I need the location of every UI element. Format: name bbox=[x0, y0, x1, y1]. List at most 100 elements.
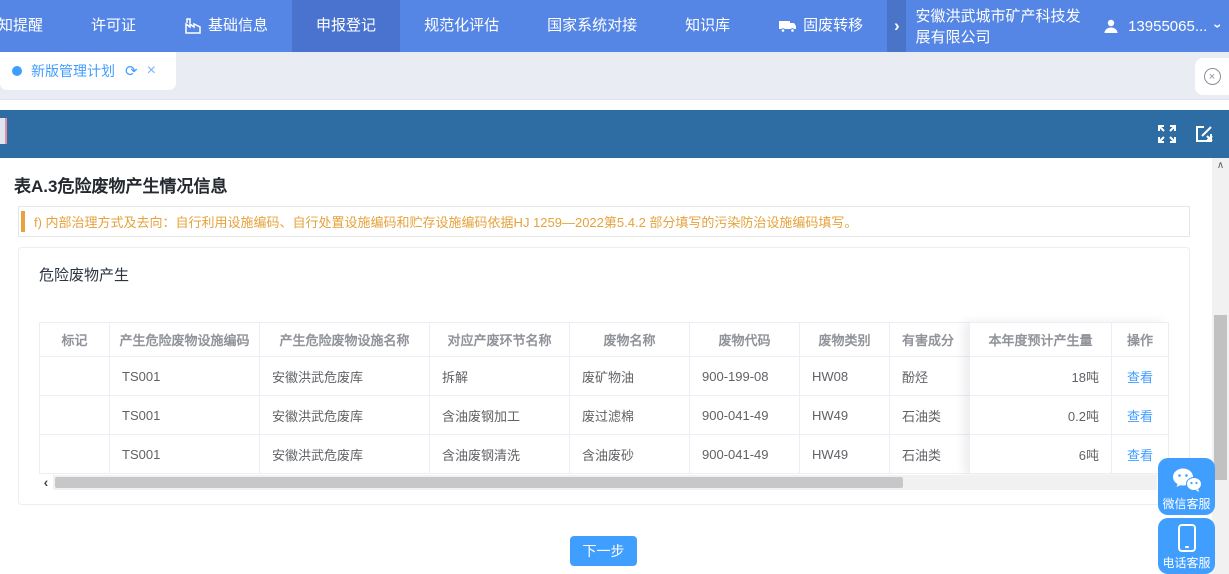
nav-item-notice[interactable]: 知提醒 bbox=[0, 0, 67, 52]
vertical-scrollbar[interactable]: ∧ bbox=[1212, 158, 1229, 574]
chevron-right-icon: › bbox=[894, 16, 900, 36]
nav-item-label: 申报登记 bbox=[316, 0, 376, 52]
horizontal-scrollbar-track[interactable] bbox=[53, 475, 1157, 490]
vertical-scrollbar-thumb[interactable] bbox=[1214, 315, 1227, 480]
horizontal-scrollbar-thumb[interactable] bbox=[55, 477, 903, 488]
view-link-cell: 查看 bbox=[1112, 357, 1169, 396]
nav-item-license[interactable]: 许可证 bbox=[67, 0, 160, 52]
cell-waste: 废过滤棉 bbox=[570, 396, 690, 435]
truck-icon bbox=[778, 19, 797, 33]
nav-right-group: › 安徽洪武城市矿产科技发展有限公司 13955065... › bbox=[887, 0, 1229, 52]
col-header-amount: 本年度预计产生量 bbox=[970, 323, 1112, 357]
cell-wcode: 900-041-49 bbox=[690, 435, 800, 474]
hazardous-waste-panel: 危险废物产生 标记 产生危险废物设施编码 产生危险废物设施名称 对应产废环节名称 bbox=[18, 247, 1190, 505]
refresh-icon[interactable]: ⟳ bbox=[125, 62, 138, 80]
view-link[interactable]: 查看 bbox=[1127, 409, 1153, 424]
clipped-element bbox=[0, 118, 7, 144]
view-link[interactable]: 查看 bbox=[1127, 370, 1153, 385]
wechat-icon bbox=[1171, 467, 1203, 497]
cell-mark bbox=[40, 396, 110, 435]
user-icon bbox=[1103, 18, 1119, 34]
col-header-waste-category: 废物类别 bbox=[800, 323, 890, 357]
cell-mark bbox=[40, 435, 110, 474]
tab-bar: 新版管理计划 ⟳ × × bbox=[0, 52, 1229, 100]
col-header-process: 对应产废环节名称 bbox=[430, 323, 570, 357]
table-row-fixed: 0.2吨查看 bbox=[970, 396, 1169, 435]
nav-item-label: 国家系统对接 bbox=[547, 0, 637, 52]
cell-wclass: HW08 bbox=[800, 357, 890, 396]
note-text: f) 内部治理方式及去向：自行利用设施编码、自行处置设施编码和贮存设施编码依据H… bbox=[34, 212, 857, 231]
cell-wclass: HW49 bbox=[800, 435, 890, 474]
view-link[interactable]: 查看 bbox=[1127, 448, 1153, 463]
user-phone[interactable]: 13955065... bbox=[1128, 18, 1207, 35]
col-header-waste-code: 废物代码 bbox=[690, 323, 800, 357]
col-header-waste-name: 废物名称 bbox=[570, 323, 690, 357]
cell-wcode: 900-041-49 bbox=[690, 396, 800, 435]
nav-item-label: 知提醒 bbox=[0, 0, 43, 52]
nav-expand-chevron[interactable]: › bbox=[887, 0, 906, 52]
section-title: 危险废物产生 bbox=[39, 264, 129, 285]
cell-amount: 6吨 bbox=[970, 435, 1112, 474]
page-title: 表A.3危险废物产生情况信息 bbox=[14, 172, 227, 197]
cell-amount: 18吨 bbox=[970, 357, 1112, 396]
caret-down-icon[interactable]: › bbox=[1211, 24, 1227, 29]
cell-name: 安徽洪武危废库 bbox=[260, 396, 430, 435]
phone-service-label: 电话客服 bbox=[1162, 556, 1210, 570]
col-header-action: 操作 bbox=[1112, 323, 1169, 357]
tab-management-plan[interactable]: 新版管理计划 ⟳ × bbox=[0, 52, 176, 90]
wechat-service-button[interactable]: 微信客服 bbox=[1158, 458, 1215, 515]
table-row-fixed: 18吨查看 bbox=[970, 357, 1169, 396]
app-window: 知提醒 许可证 基础信息 申报登记 规范化评估 国家系统对接 知识库 固废转移 bbox=[0, 0, 1229, 574]
cell-waste: 废矿物油 bbox=[570, 357, 690, 396]
factory-icon bbox=[184, 18, 202, 34]
close-all-icon: × bbox=[1204, 68, 1221, 85]
table-fixed-right-columns: 本年度预计产生量 操作 18吨查看0.2吨查看6吨查看 bbox=[969, 322, 1168, 474]
nav-item-national-system[interactable]: 国家系统对接 bbox=[523, 0, 661, 52]
note-accent-bar bbox=[21, 211, 25, 232]
nav-item-declare[interactable]: 申报登记 bbox=[292, 0, 400, 52]
cell-amount: 0.2吨 bbox=[970, 396, 1112, 435]
tab-active-dot bbox=[12, 66, 22, 76]
col-header-facility-code: 产生危险废物设施编码 bbox=[110, 323, 260, 357]
cell-code: TS001 bbox=[110, 435, 260, 474]
close-icon[interactable]: × bbox=[147, 62, 156, 80]
company-name[interactable]: 安徽洪武城市矿产科技发展有限公司 bbox=[915, 5, 1094, 47]
top-nav: 知提醒 许可证 基础信息 申报登记 规范化评估 国家系统对接 知识库 固废转移 bbox=[0, 0, 1229, 52]
view-link-cell: 查看 bbox=[1112, 396, 1169, 435]
scroll-up-arrow[interactable]: ∧ bbox=[1212, 160, 1229, 171]
table-header-row: 本年度预计产生量 操作 bbox=[970, 323, 1169, 357]
nav-item-label: 基础信息 bbox=[208, 0, 268, 52]
cell-code: TS001 bbox=[110, 396, 260, 435]
close-all-tabs-button[interactable]: × bbox=[1195, 58, 1229, 95]
scroll-left-arrow[interactable]: ‹ bbox=[39, 475, 53, 490]
cell-mark bbox=[40, 357, 110, 396]
nav-item-waste-transfer[interactable]: 固废转移 bbox=[754, 0, 887, 52]
cell-step: 含油废钢加工 bbox=[430, 396, 570, 435]
col-header-facility-name: 产生危险废物设施名称 bbox=[260, 323, 430, 357]
cell-wclass: HW49 bbox=[800, 396, 890, 435]
cell-wcode: 900-199-08 bbox=[690, 357, 800, 396]
table-row-fixed: 6吨查看 bbox=[970, 435, 1169, 474]
fullscreen-icon[interactable] bbox=[1156, 123, 1178, 145]
col-header-mark: 标记 bbox=[40, 323, 110, 357]
phone-service-button[interactable]: 电话客服 bbox=[1158, 518, 1215, 574]
wechat-service-label: 微信客服 bbox=[1162, 497, 1210, 511]
form-toolbar bbox=[0, 110, 1229, 158]
cell-step: 含油废钢清洗 bbox=[430, 435, 570, 474]
edit-cancel-icon[interactable] bbox=[1193, 123, 1215, 145]
note-box: f) 内部治理方式及去向：自行利用设施编码、自行处置设施编码和贮存设施编码依据H… bbox=[18, 206, 1190, 237]
tab-label: 新版管理计划 bbox=[31, 61, 115, 81]
cell-waste: 含油废砂 bbox=[570, 435, 690, 474]
waste-table: 标记 产生危险废物设施编码 产生危险废物设施名称 对应产废环节名称 废物名称 废… bbox=[39, 322, 1168, 474]
cell-step: 拆解 bbox=[430, 357, 570, 396]
nav-item-knowledge[interactable]: 知识库 bbox=[661, 0, 754, 52]
phone-icon bbox=[1176, 524, 1198, 556]
cell-code: TS001 bbox=[110, 357, 260, 396]
nav-item-label: 规范化评估 bbox=[424, 0, 499, 52]
cell-name: 安徽洪武危废库 bbox=[260, 357, 430, 396]
nav-item-label: 知识库 bbox=[685, 0, 730, 52]
nav-item-standard-eval[interactable]: 规范化评估 bbox=[400, 0, 523, 52]
nav-item-basic-info[interactable]: 基础信息 bbox=[160, 0, 292, 52]
nav-item-label: 许可证 bbox=[91, 0, 136, 52]
next-step-button[interactable]: 下一步 bbox=[570, 536, 637, 566]
